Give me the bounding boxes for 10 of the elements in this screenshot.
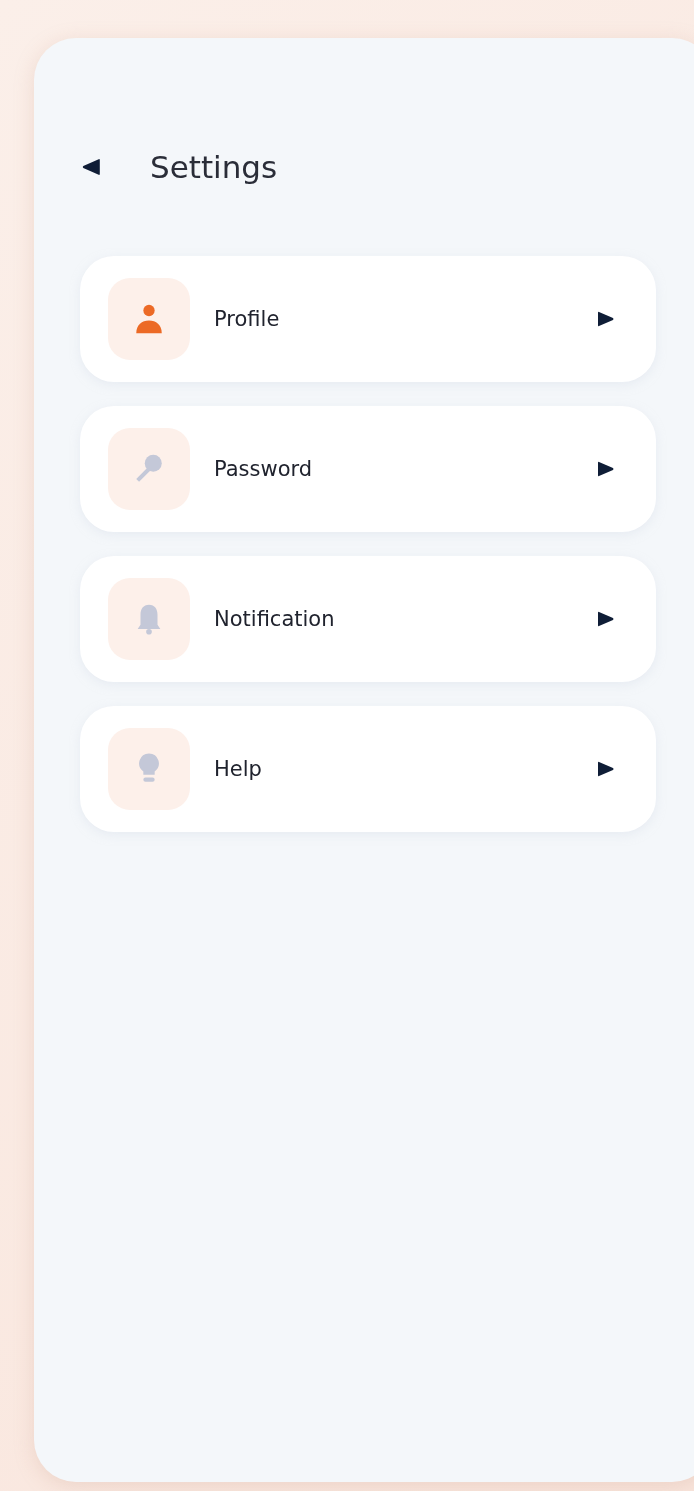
back-arrow-icon[interactable] — [80, 156, 102, 178]
settings-item[interactable]: Help — [80, 706, 656, 832]
chevron-right-icon — [596, 309, 616, 329]
chevron-right-icon — [596, 759, 616, 779]
chevron-right-icon — [596, 609, 616, 629]
settings-item[interactable]: Notification — [80, 556, 656, 682]
settings-item[interactable]: Password — [80, 406, 656, 532]
chevron-right-icon — [596, 459, 616, 479]
page-title: Settings — [150, 149, 278, 185]
settings-item[interactable]: Profile — [80, 256, 656, 382]
